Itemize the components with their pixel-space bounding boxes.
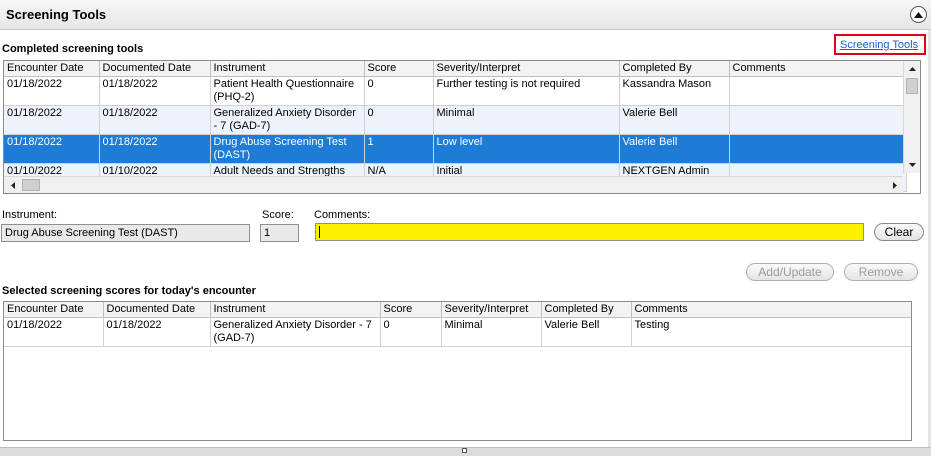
vertical-scrollbar[interactable]	[903, 61, 920, 173]
comments-label: Comments:	[314, 209, 371, 221]
selected-section-label: Selected screening scores for today's en…	[2, 285, 256, 297]
panel-title: Screening Tools	[6, 7, 107, 22]
cell-documented-date: 01/18/2022	[99, 105, 211, 135]
cell-severity: Minimal	[433, 105, 620, 135]
selected-header-row: Encounter Date Documented Date Instrumen…	[4, 302, 911, 318]
selected-grid[interactable]: Encounter Date Documented Date Instrumen…	[3, 301, 912, 441]
collapse-button[interactable]	[910, 6, 927, 23]
completed-header-row: Encounter Date Documented Date Instrumen…	[4, 61, 907, 77]
cell-comments	[729, 105, 907, 135]
table-row-selected[interactable]: 01/18/2022 01/18/2022 Drug Abuse Screeni…	[4, 134, 907, 164]
col-completed-by[interactable]: Completed By	[541, 302, 632, 318]
cell-instrument: Drug Abuse Screening Test (DAST)	[210, 134, 365, 164]
col-instrument[interactable]: Instrument	[210, 302, 381, 318]
cell-score: 0	[364, 76, 434, 106]
cell-instrument: Patient Health Questionnaire (PHQ-2)	[210, 76, 365, 106]
col-documented-date[interactable]: Documented Date	[99, 61, 211, 77]
col-completed-by[interactable]: Completed By	[619, 61, 730, 77]
col-encounter-date[interactable]: Encounter Date	[4, 61, 100, 77]
remove-button[interactable]: Remove	[844, 263, 918, 281]
table-row[interactable]: 01/18/2022 01/18/2022 Generalized Anxiet…	[4, 105, 907, 135]
triangle-left-icon[interactable]	[4, 177, 21, 193]
cell-completed-by: Valerie Bell	[619, 105, 730, 135]
screening-tools-link[interactable]: Screening Tools	[840, 39, 918, 51]
cell-encounter-date: 01/18/2022	[4, 105, 100, 135]
col-score[interactable]: Score	[364, 61, 434, 77]
cell-severity: Further testing is not required	[433, 76, 620, 106]
cell-comments: Testing	[631, 317, 911, 347]
score-label: Score:	[262, 209, 294, 221]
col-severity[interactable]: Severity/Interpret	[441, 302, 542, 318]
score-field: 1	[260, 224, 299, 242]
instrument-label: Instrument:	[2, 209, 58, 221]
screening-tools-link-box: Screening Tools	[834, 34, 926, 55]
text-caret	[319, 226, 320, 238]
add-update-button[interactable]: Add/Update	[746, 263, 834, 281]
cell-encounter-date: 01/18/2022	[4, 134, 100, 164]
cell-documented-date: 01/18/2022	[99, 134, 211, 164]
cell-comments	[729, 134, 907, 164]
cell-completed-by: Valerie Bell	[619, 134, 730, 164]
col-score[interactable]: Score	[380, 302, 442, 318]
col-severity[interactable]: Severity/Interpret	[433, 61, 620, 77]
triangle-right-icon[interactable]	[886, 177, 903, 193]
cell-encounter-date: 01/18/2022	[4, 317, 104, 347]
col-encounter-date[interactable]: Encounter Date	[4, 302, 104, 318]
cell-instrument: Generalized Anxiety Disorder - 7 (GAD-7)	[210, 317, 381, 347]
cell-severity: Low level	[433, 134, 620, 164]
col-comments[interactable]: Comments	[729, 61, 907, 77]
table-row[interactable]: 01/18/2022 01/18/2022 Patient Health Que…	[4, 76, 907, 106]
scroll-thumb[interactable]	[906, 78, 918, 94]
cell-documented-date: 01/18/2022	[103, 317, 211, 347]
cell-completed-by: Valerie Bell	[541, 317, 632, 347]
cell-score: 1	[364, 134, 434, 164]
resize-grip-icon[interactable]	[462, 448, 467, 453]
cell-score: 0	[364, 105, 434, 135]
cell-comments	[729, 76, 907, 106]
clear-button[interactable]: Clear	[874, 223, 924, 241]
col-instrument[interactable]: Instrument	[210, 61, 365, 77]
cell-completed-by: Kassandra Mason	[619, 76, 730, 106]
horizontal-scrollbar[interactable]	[4, 176, 903, 193]
triangle-up-icon[interactable]	[904, 61, 920, 77]
col-comments[interactable]: Comments	[631, 302, 911, 318]
triangle-down-icon[interactable]	[904, 157, 920, 173]
cell-documented-date: 01/18/2022	[99, 76, 211, 106]
completed-table: Encounter Date Documented Date Instrumen…	[4, 61, 907, 192]
scroll-thumb[interactable]	[22, 179, 40, 191]
col-documented-date[interactable]: Documented Date	[103, 302, 211, 318]
selected-table: Encounter Date Documented Date Instrumen…	[4, 302, 911, 347]
cell-severity: Minimal	[441, 317, 542, 347]
completed-grid[interactable]: Encounter Date Documented Date Instrumen…	[3, 60, 921, 194]
cell-encounter-date: 01/18/2022	[4, 76, 100, 106]
chevron-up-icon	[914, 11, 923, 18]
instrument-field: Drug Abuse Screening Test (DAST)	[1, 224, 250, 242]
cell-score: 0	[380, 317, 442, 347]
table-row[interactable]: 01/18/2022 01/18/2022 Generalized Anxiet…	[4, 317, 911, 347]
cell-instrument: Generalized Anxiety Disorder - 7 (GAD-7)	[210, 105, 365, 135]
panel-header: Screening Tools	[0, 0, 931, 30]
comments-input[interactable]	[315, 223, 864, 241]
completed-section-label: Completed screening tools	[2, 43, 144, 55]
